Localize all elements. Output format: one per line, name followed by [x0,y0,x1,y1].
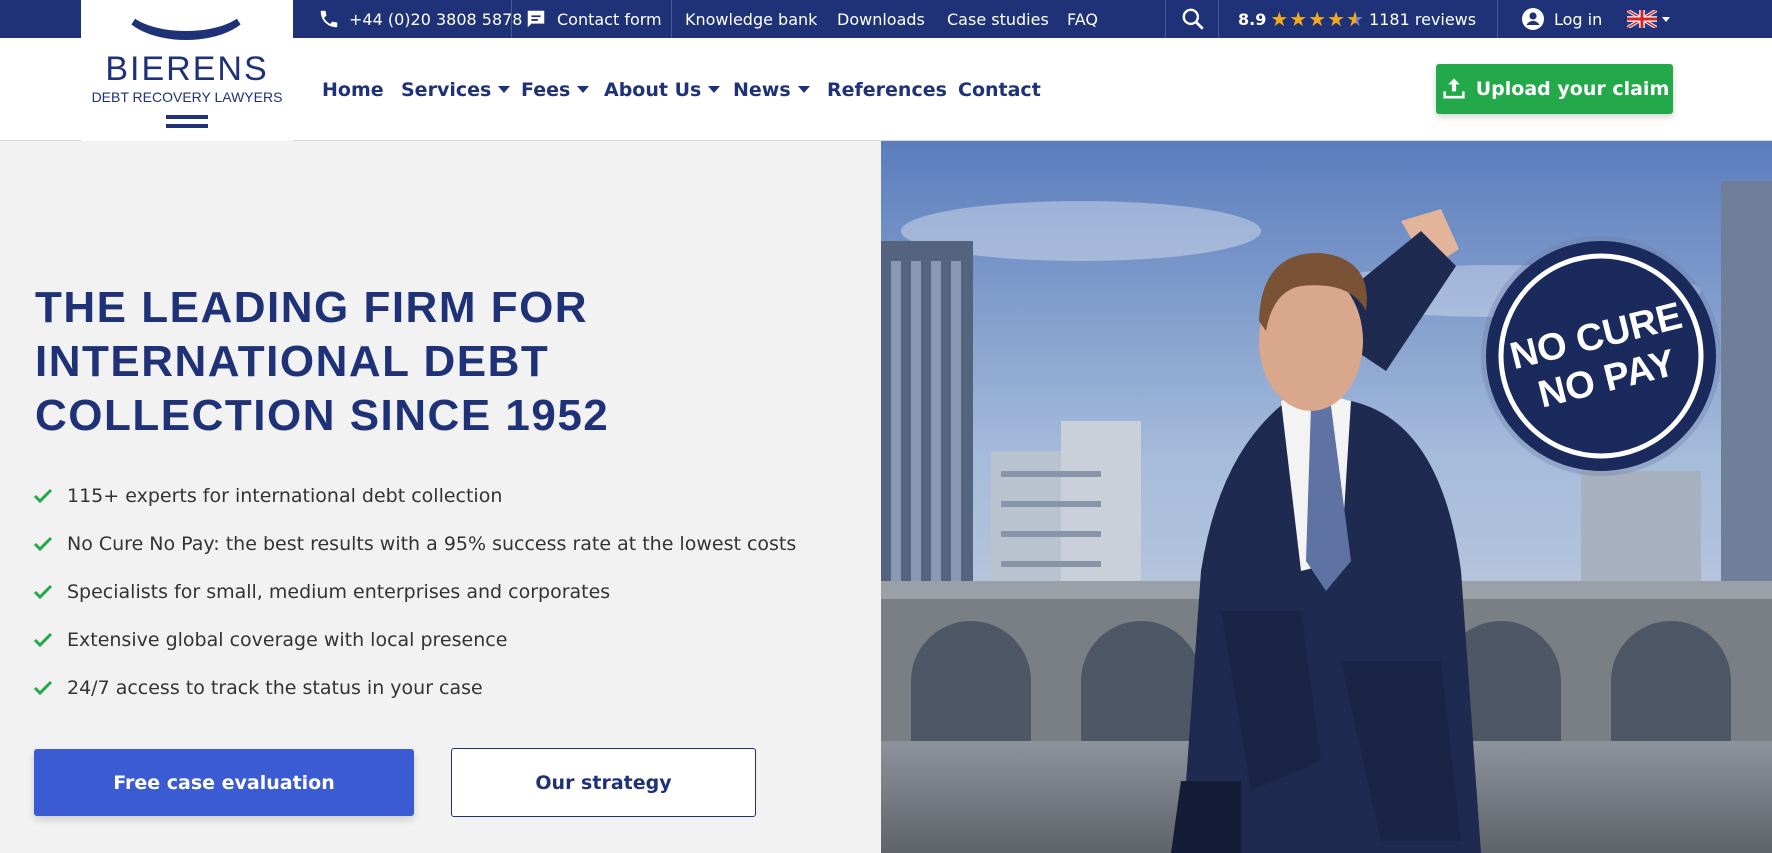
nav-fees[interactable]: Fees [521,38,590,141]
language-selector[interactable] [1627,0,1670,38]
login-label: Log in [1554,9,1603,29]
check-icon [33,680,67,696]
user-icon [1522,8,1544,30]
caret-down-icon [797,86,810,93]
nav-news[interactable]: News [733,38,810,141]
check-icon [33,488,67,504]
downloads-label: Downloads [837,9,925,29]
nav-fees-label: Fees [521,78,571,101]
contact-form-label: Contact form [557,9,662,29]
faq-label: FAQ [1067,9,1098,29]
logo-tagline: DEBT RECOVERY LAWYERS [91,89,283,105]
feature-text: Specialists for small, medium enterprise… [67,581,611,603]
feature-item: 115+ experts for international debt coll… [33,472,796,520]
logo-name: BIERENS [105,50,269,88]
downloads-link[interactable]: Downloads [837,0,925,38]
contact-form-link[interactable]: Contact form [525,0,662,38]
rating-stars: ★★★★★★ [1270,7,1365,31]
check-icon [33,536,67,552]
star-half-icon: ★★ [1346,7,1366,31]
free-case-evaluation-button[interactable]: Free case evaluation [34,749,414,816]
logo[interactable]: BIERENS DEBT RECOVERY LAWYERS [81,0,293,141]
hero-illustration: NO CURE NO PAY [881,141,1772,853]
search-button[interactable] [1180,0,1206,38]
star-icon: ★ [1289,7,1309,31]
check-icon [33,632,67,648]
phone-link[interactable]: +44 (0)20 3808 5878 [318,0,522,38]
feature-item: No Cure No Pay: the best results with a … [33,520,796,568]
nav-services[interactable]: Services [401,38,511,141]
caret-down-icon [577,86,590,93]
star-icon: ★ [1327,7,1347,31]
knowledge-bank-label: Knowledge bank [685,9,818,29]
knowledge-bank-link[interactable]: Knowledge bank [685,0,817,38]
feature-item: Specialists for small, medium enterprise… [33,568,796,616]
nav-news-label: News [733,78,791,101]
phone-icon [320,10,338,28]
feature-list: 115+ experts for international debt coll… [33,472,796,712]
logo-bar [166,124,208,128]
headline-line: THE LEADING FIRM FOR [35,283,589,332]
nav-references[interactable]: References [827,38,947,141]
uk-flag-icon [1627,10,1657,28]
nav-contact-label: Contact [958,78,1041,101]
headline-line: COLLECTION SINCE 1952 [35,391,610,440]
reviews-rating[interactable]: 8.9 ★★★★★★ 1181 reviews [1238,0,1476,38]
logo-arc [121,0,251,40]
nav-services-label: Services [401,78,492,101]
our-strategy-button[interactable]: Our strategy [451,748,756,817]
caret-down-icon [708,86,721,93]
nav-home[interactable]: Home [322,38,384,141]
logo-bar [166,115,208,119]
upload-icon [1443,78,1465,99]
chat-icon [527,10,545,28]
nav-home-label: Home [322,78,384,101]
chevron-down-icon [1662,16,1670,22]
upload-claim-button[interactable]: Upload your claim [1436,64,1673,114]
login-link[interactable]: Log in [1521,0,1602,38]
feature-text: Extensive global coverage with local pre… [67,629,508,651]
star-icon: ★ [1308,7,1328,31]
feature-text: No Cure No Pay: the best results with a … [67,533,797,555]
upload-claim-label: Upload your claim [1475,78,1670,100]
search-icon [1182,8,1204,30]
feature-text: 115+ experts for international debt coll… [67,485,503,507]
hero-headline: THE LEADING FIRM FOR INTERNATIONAL DEBT … [35,281,835,443]
feature-item: 24/7 access to track the status in your … [33,664,796,712]
nav-contact[interactable]: Contact [958,38,1041,141]
feature-item: Extensive global coverage with local pre… [33,616,796,664]
check-icon [33,584,67,600]
phone-number: +44 (0)20 3808 5878 [349,9,523,29]
reviews-count: 1181 reviews [1369,9,1477,29]
nav-about-us[interactable]: About Us [604,38,721,141]
hero-image: NO CURE NO PAY [881,141,1772,853]
free-case-evaluation-label: Free case evaluation [113,771,335,794]
headline-line: INTERNATIONAL DEBT [35,337,550,386]
caret-down-icon [498,86,511,93]
case-studies-label: Case studies [947,9,1049,29]
nav-references-label: References [827,78,947,101]
faq-link[interactable]: FAQ [1067,0,1098,38]
star-icon: ★ [1270,7,1290,31]
case-studies-link[interactable]: Case studies [947,0,1049,38]
our-strategy-label: Our strategy [535,771,672,794]
rating-score: 8.9 [1238,9,1267,29]
nav-about-us-label: About Us [604,78,702,101]
no-cure-no-pay-badge: NO CURE NO PAY [1481,236,1721,476]
feature-text: 24/7 access to track the status in your … [67,677,483,699]
